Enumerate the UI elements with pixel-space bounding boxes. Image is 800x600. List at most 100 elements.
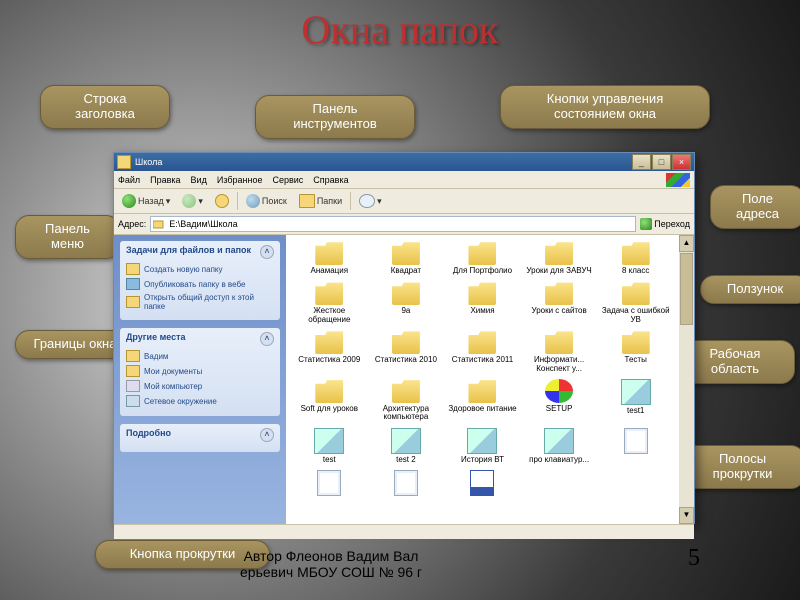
folder-icon [545, 330, 573, 354]
setup-icon [545, 379, 573, 403]
folder-icon [117, 155, 131, 169]
file-item[interactable]: test 2 [369, 426, 444, 466]
chevron-icon[interactable]: ˄ [260, 332, 274, 346]
file-label: История ВТ [461, 456, 504, 464]
search-button[interactable]: Поиск [242, 192, 291, 210]
scroll-up-button[interactable]: ▲ [679, 235, 694, 252]
file-item[interactable]: Тесты [598, 328, 673, 375]
address-bar: Адрес: Переход [114, 214, 694, 235]
file-item[interactable]: Для Портфолио [445, 239, 520, 277]
file-item[interactable] [369, 468, 444, 500]
titlebar[interactable]: Школа _ □ × [114, 153, 694, 171]
forward-button[interactable]: ▾ [178, 192, 207, 210]
maximize-button[interactable]: □ [652, 154, 671, 170]
callout-ctrl-buttons: Кнопки управления состоянием окна [500, 85, 710, 129]
places-panel: Другие места˄ Вадим Мои документы Мой ко… [120, 328, 280, 416]
back-icon [122, 194, 136, 208]
file-label: test 2 [396, 456, 416, 464]
file-item[interactable] [598, 426, 673, 466]
file-item[interactable]: 9а [369, 279, 444, 326]
file-item[interactable]: Задача с ошибкой УВ [598, 279, 673, 326]
forward-icon [182, 194, 196, 208]
scroll-thumb[interactable] [680, 253, 693, 325]
file-item[interactable]: История ВТ [445, 426, 520, 466]
folder-icon [468, 330, 496, 354]
file-label: Уроки с сайтов [531, 307, 586, 315]
vertical-scrollbar[interactable]: ▲ ▼ [679, 235, 694, 524]
task-link[interactable]: Создать новую папку [126, 263, 274, 275]
file-item[interactable]: test1 [598, 377, 673, 424]
folder-icon [126, 263, 140, 275]
folders-button[interactable]: Папки [295, 192, 346, 210]
file-item[interactable]: SETUP [522, 377, 597, 424]
file-label: test [323, 456, 336, 464]
file-item[interactable]: 8 класс [598, 239, 673, 277]
address-input[interactable] [150, 216, 636, 232]
go-button[interactable]: Переход [640, 218, 690, 230]
file-label: Квадрат [391, 267, 421, 275]
folder-icon [315, 379, 343, 403]
callout-scrollbars: Полосы прокрутки [680, 445, 800, 489]
status-bar [114, 524, 694, 539]
slide-number: 5 [688, 545, 700, 572]
task-link[interactable]: Опубликовать папку в вебе [126, 278, 274, 290]
wiz-icon [467, 428, 497, 454]
place-link[interactable]: Мои документы [126, 365, 274, 377]
views-button[interactable]: ▾ [355, 192, 386, 210]
file-item[interactable]: про клавиатур... [522, 426, 597, 466]
up-button[interactable] [211, 192, 233, 210]
file-item[interactable]: Soft для уроков [292, 377, 367, 424]
file-item[interactable] [292, 468, 367, 500]
menu-item[interactable]: Сервис [272, 175, 303, 185]
folder-icon [622, 281, 650, 305]
file-item[interactable]: Информати... Конспект у... [522, 328, 597, 375]
folder-icon [392, 330, 420, 354]
place-link[interactable]: Сетевое окружение [126, 395, 274, 407]
file-item[interactable]: Архитектура компьютера [369, 377, 444, 424]
file-item[interactable]: Уроки для ЗАВУЧ [522, 239, 597, 277]
file-label: Для Портфолио [453, 267, 512, 275]
close-button[interactable]: × [672, 154, 691, 170]
author-credit: Автор Флеонов Вадим Вал ерьевич МБОУ СОШ… [240, 549, 422, 580]
word-icon [470, 470, 494, 496]
scroll-track[interactable] [679, 326, 694, 507]
menu-item[interactable]: Избранное [217, 175, 263, 185]
task-link[interactable]: Открыть общий доступ к этой папке [126, 293, 274, 311]
menu-item[interactable]: Файл [118, 175, 140, 185]
minimize-button[interactable]: _ [632, 154, 651, 170]
file-label: Задача с ошибкой УВ [598, 307, 673, 324]
scroll-down-button[interactable]: ▼ [679, 507, 694, 524]
file-item[interactable]: Уроки с сайтов [522, 279, 597, 326]
place-link[interactable]: Мой компьютер [126, 380, 274, 392]
file-label: 9а [401, 307, 410, 315]
file-item[interactable]: Химия [445, 279, 520, 326]
toolbar: Назад ▾ ▾ Поиск Папки ▾ [114, 189, 694, 214]
file-item[interactable] [445, 468, 520, 500]
file-item[interactable]: Жесткое обращение [292, 279, 367, 326]
folder-icon [468, 379, 496, 403]
file-item[interactable]: Статистика 2009 [292, 328, 367, 375]
back-button[interactable]: Назад ▾ [118, 192, 174, 210]
file-item[interactable]: Статистика 2010 [369, 328, 444, 375]
callout-toolbar: Панель инструментов [255, 95, 415, 139]
folder-icon [468, 241, 496, 265]
file-label: Анамация [311, 267, 349, 275]
menu-item[interactable]: Вид [191, 175, 207, 185]
share-icon [126, 296, 140, 308]
tasks-panel: Задачи для файлов и папок˄ Создать новую… [120, 241, 280, 320]
file-item[interactable]: Анамация [292, 239, 367, 277]
menu-item[interactable]: Справка [313, 175, 348, 185]
file-item[interactable]: Статистика 2011 [445, 328, 520, 375]
callout-slider: Ползунок [700, 275, 800, 304]
file-item[interactable]: Квадрат [369, 239, 444, 277]
file-label: Жесткое обращение [292, 307, 367, 324]
content-area[interactable]: Анамация Квадрат Для Портфолио Уроки для ЗА… [286, 235, 679, 524]
place-link[interactable]: Вадим [126, 350, 274, 362]
file-item[interactable]: test [292, 426, 367, 466]
chevron-icon[interactable]: ˄ [260, 245, 274, 259]
menu-item[interactable]: Правка [150, 175, 180, 185]
chevron-icon[interactable]: ˄ [260, 428, 274, 442]
details-panel: Подробно˄ [120, 424, 280, 452]
file-item[interactable]: Здоровое питание [445, 377, 520, 424]
file-label: Уроки для ЗАВУЧ [526, 267, 591, 275]
